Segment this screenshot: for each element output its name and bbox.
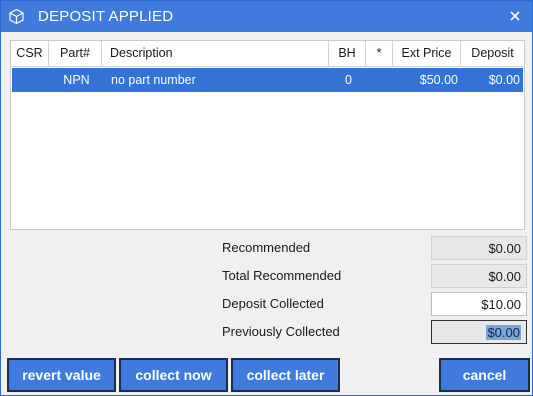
cell-csr xyxy=(12,68,50,92)
column-header-deposit[interactable]: Deposit xyxy=(461,41,524,66)
column-header-description[interactable]: Description xyxy=(102,41,329,66)
column-header-ext-price[interactable]: Ext Price xyxy=(393,41,461,66)
close-icon[interactable] xyxy=(506,7,524,25)
cell-description: no part number xyxy=(111,73,196,87)
title-bar[interactable]: DEPOSIT APPLIED xyxy=(1,1,532,32)
cancel-button[interactable]: cancel xyxy=(439,358,530,392)
collect-later-button[interactable]: collect later xyxy=(231,358,340,392)
column-header-star[interactable]: * xyxy=(366,41,393,66)
cell-bh: 0 xyxy=(345,73,352,87)
previously-collected-value: $0.00 xyxy=(486,325,521,340)
total-recommended-field: $0.00 xyxy=(431,264,527,288)
recommended-label: Recommended xyxy=(222,240,311,255)
cell-star xyxy=(367,68,394,92)
deposit-applied-dialog: DEPOSIT APPLIED CSR Part# Description BH… xyxy=(0,0,533,396)
total-recommended-label: Total Recommended xyxy=(222,268,342,283)
column-header-part[interactable]: Part# xyxy=(49,41,102,66)
recommended-field: $0.00 xyxy=(431,236,527,260)
cube-icon xyxy=(8,8,25,25)
cell-part: NPN xyxy=(63,73,90,87)
window-title: DEPOSIT APPLIED xyxy=(38,8,174,25)
parts-grid[interactable]: CSR Part# Description BH * Ext Price Dep… xyxy=(10,40,525,230)
collect-now-button[interactable]: collect now xyxy=(119,358,228,392)
column-header-csr[interactable]: CSR xyxy=(11,41,49,66)
previously-collected-label: Previously Collected xyxy=(222,324,340,339)
cell-ext-price: $50.00 xyxy=(419,73,458,87)
table-row[interactable]: NPN no part number 0 $50.00 $0.00 xyxy=(12,68,523,92)
grid-header: CSR Part# Description BH * Ext Price Dep… xyxy=(11,41,524,67)
deposit-collected-label: Deposit Collected xyxy=(222,296,324,311)
previously-collected-field[interactable]: $0.00 xyxy=(431,320,527,344)
deposit-collected-field[interactable]: $10.00 xyxy=(431,292,527,316)
revert-value-button[interactable]: revert value xyxy=(7,358,116,392)
column-header-bh[interactable]: BH xyxy=(329,41,366,66)
cell-deposit: $0.00 xyxy=(488,73,520,87)
